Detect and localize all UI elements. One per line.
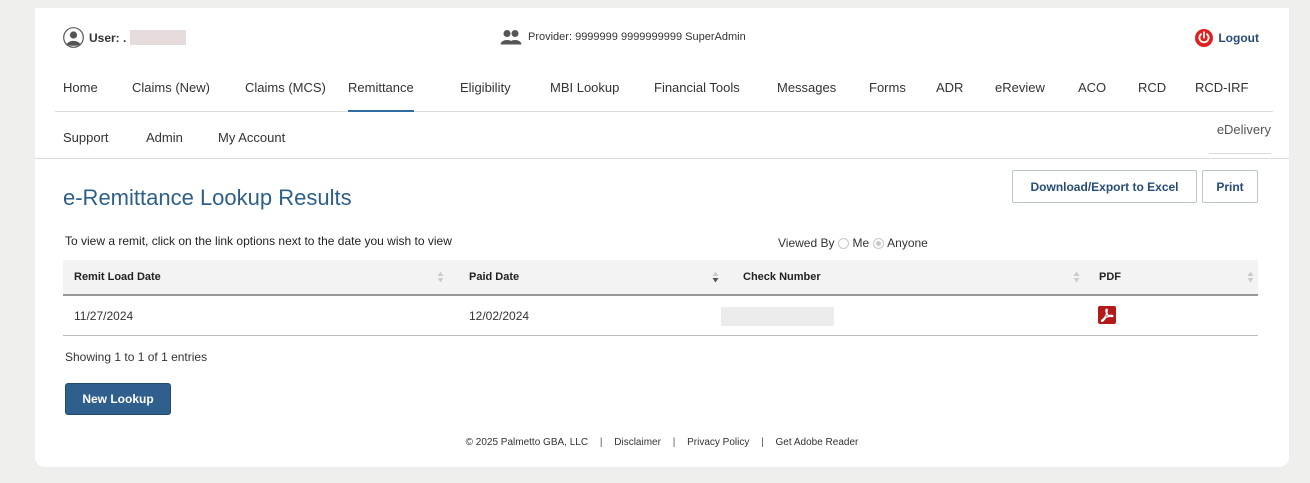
disclaimer-link[interactable]: Disclaimer xyxy=(614,437,661,448)
viewed-by-me-label: Me xyxy=(852,236,870,250)
viewed-by-label: Viewed By xyxy=(778,236,835,250)
power-icon xyxy=(1195,29,1214,47)
check-number-redacted xyxy=(721,307,834,326)
users-group-icon xyxy=(500,30,522,45)
provider-text: Provider: 9999999 9999999999 SuperAdmin xyxy=(528,31,746,43)
nav-forms[interactable]: Forms xyxy=(869,80,906,95)
privacy-policy-link[interactable]: Privacy Policy xyxy=(687,437,749,448)
nav-rcd[interactable]: RCD xyxy=(1138,80,1166,95)
nav-support[interactable]: Support xyxy=(63,130,109,145)
print-button[interactable]: Print xyxy=(1202,170,1258,203)
nav-claims-mcs[interactable]: Claims (MCS) xyxy=(245,80,326,95)
sort-both-icon[interactable] xyxy=(437,270,444,284)
nav-eligibility[interactable]: Eligibility xyxy=(460,80,511,95)
col-paid-date[interactable]: Paid Date xyxy=(469,260,519,294)
top-bar: User: . Provider: 9999999 9999999999 Sup… xyxy=(35,8,1289,68)
main-nav: Home Claims (New) Claims (MCS) Remittanc… xyxy=(55,68,1273,112)
page-title: e-Remittance Lookup Results xyxy=(63,185,352,210)
nav-claims-new[interactable]: Claims (New) xyxy=(132,80,210,95)
secondary-nav: Support Admin My Account xyxy=(55,112,1273,158)
col-remit-load-date[interactable]: Remit Load Date xyxy=(74,260,161,294)
col-pdf[interactable]: PDF xyxy=(1099,260,1121,294)
nav-aco[interactable]: ACO xyxy=(1078,80,1106,95)
viewed-by-anyone-radio[interactable] xyxy=(873,237,885,249)
viewed-by-filter: Viewed By Me Anyone xyxy=(778,236,928,250)
pdf-icon[interactable] xyxy=(1098,306,1116,324)
user-label: User: . xyxy=(89,30,127,45)
viewed-by-anyone-label: Anyone xyxy=(887,236,928,250)
nav-rcd-irf[interactable]: RCD-IRF xyxy=(1195,80,1248,95)
get-adobe-reader-link[interactable]: Get Adobe Reader xyxy=(776,437,859,448)
nav-edelivery[interactable]: eDelivery xyxy=(1209,122,1271,154)
nav-adr[interactable]: ADR xyxy=(936,80,963,95)
user-name-redacted xyxy=(130,30,187,45)
main-card: User: . Provider: 9999999 9999999999 Sup… xyxy=(35,8,1289,467)
new-lookup-button[interactable]: New Lookup xyxy=(65,383,171,415)
instruction-text: To view a remit, click on the link optio… xyxy=(65,234,452,248)
adobe-pdf-icon xyxy=(1100,308,1114,323)
table-header: Remit Load Date Paid Date Check Number P… xyxy=(63,260,1258,296)
remit-load-date-cell: 11/27/2024 xyxy=(74,309,134,323)
logout-button[interactable]: Logout xyxy=(1195,29,1259,47)
nav-my-account[interactable]: My Account xyxy=(218,130,285,145)
sort-both-icon[interactable] xyxy=(1247,270,1254,284)
nav-remittance[interactable]: Remittance xyxy=(348,80,414,112)
nav-divider xyxy=(35,158,1289,159)
footer-separator: | xyxy=(599,437,603,448)
nav-home[interactable]: Home xyxy=(63,80,98,95)
user-avatar-icon xyxy=(63,27,84,48)
remittance-table: Remit Load Date Paid Date Check Number P… xyxy=(63,260,1258,336)
viewed-by-me-radio[interactable] xyxy=(838,237,850,249)
provider-info: Provider: 9999999 9999999999 SuperAdmin xyxy=(500,29,746,45)
copyright-text: © 2025 Palmetto GBA, LLC xyxy=(465,437,589,448)
user-info: User: . xyxy=(63,27,187,48)
nav-mbi-lookup[interactable]: MBI Lookup xyxy=(550,80,619,95)
footer-separator: | xyxy=(672,437,676,448)
sort-both-icon[interactable] xyxy=(1073,270,1080,284)
footer-separator: | xyxy=(761,437,764,448)
entries-info: Showing 1 to 1 of 1 entries xyxy=(65,350,208,364)
table-row: 11/27/2024 12/02/2024 xyxy=(63,296,1258,336)
nav-messages[interactable]: Messages xyxy=(777,80,836,95)
paid-date-cell: 12/02/2024 xyxy=(469,309,530,323)
footer: © 2025 Palmetto GBA, LLC | Disclaimer | … xyxy=(35,437,1289,448)
nav-admin[interactable]: Admin xyxy=(146,130,183,145)
nav-ereview[interactable]: eReview xyxy=(995,80,1045,95)
export-excel-button[interactable]: Download/Export to Excel xyxy=(1012,170,1197,203)
sort-desc-icon[interactable] xyxy=(712,270,719,284)
logout-label: Logout xyxy=(1218,31,1259,45)
nav-financial-tools[interactable]: Financial Tools xyxy=(654,80,740,95)
col-check-number[interactable]: Check Number xyxy=(743,260,821,294)
